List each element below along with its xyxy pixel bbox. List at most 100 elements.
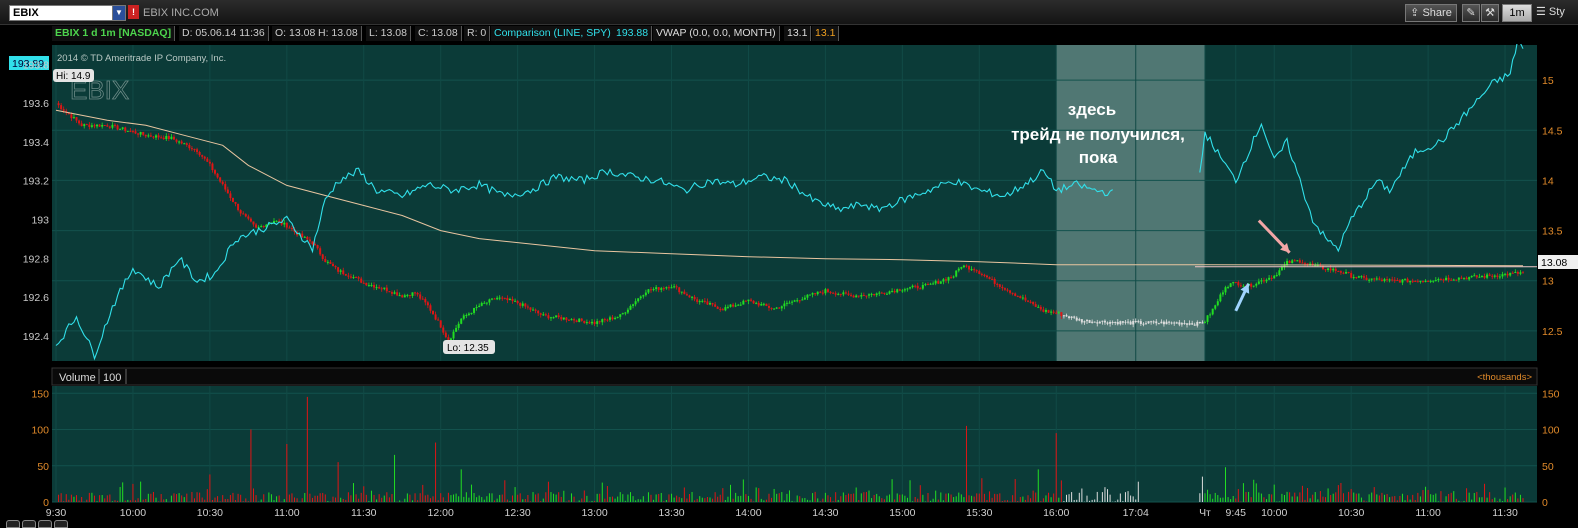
- timeframe-button[interactable]: 1m: [1502, 4, 1532, 22]
- candle-body: [1162, 321, 1165, 325]
- candle-body: [903, 289, 906, 291]
- candle-body: [626, 309, 629, 313]
- candle-body: [388, 291, 391, 293]
- candle-body: [190, 148, 193, 150]
- candle-body: [1293, 260, 1296, 262]
- chart-area[interactable]: 2014 © TD Ameritrade IP Company, Inc. EB…: [0, 44, 1578, 519]
- candle-body: [444, 332, 447, 338]
- candle-body: [1280, 267, 1283, 271]
- candle-body: [898, 289, 901, 291]
- info-vwap[interactable]: VWAP (0.0, 0.0, MONTH): [653, 26, 780, 41]
- candle-body: [532, 309, 535, 311]
- candle-body: [1480, 276, 1483, 278]
- candle-body: [1203, 321, 1206, 323]
- share-button[interactable]: ⇪ Share: [1405, 4, 1457, 22]
- style-menu[interactable]: ☰ Sty: [1536, 4, 1578, 20]
- watermark-text: 2014 © TD Ameritrade IP Company, Inc.: [57, 53, 226, 64]
- drawing-icon[interactable]: ✎: [1462, 4, 1480, 22]
- annotation-line-2: трейд не получился,: [1011, 125, 1185, 144]
- candle-body: [242, 213, 245, 215]
- candle-body: [826, 289, 829, 292]
- candle-body: [857, 295, 860, 297]
- candle-body: [950, 277, 953, 279]
- wrench-icon[interactable]: ⚒: [1481, 4, 1499, 22]
- candle-body: [1391, 279, 1394, 281]
- candle-body: [926, 284, 929, 286]
- candle-body: [567, 319, 570, 321]
- candle-body: [1514, 271, 1517, 273]
- candle-body: [814, 293, 817, 295]
- candle-body: [519, 303, 522, 306]
- candle-body: [185, 143, 188, 145]
- candle-body: [616, 316, 619, 318]
- candle-body: [1339, 271, 1342, 273]
- candle-body: [319, 248, 322, 255]
- candle-body: [914, 285, 917, 287]
- candle-body: [716, 306, 719, 309]
- candle-body: [206, 158, 209, 162]
- candle-body: [1450, 279, 1453, 281]
- candle-body: [703, 300, 706, 302]
- candle-body: [760, 303, 763, 306]
- candle-body: [726, 306, 729, 308]
- candle-body: [711, 303, 714, 305]
- right-axis-tick-label: 12.5: [1542, 326, 1563, 338]
- candle-body: [667, 287, 670, 289]
- candle-body: [239, 210, 242, 214]
- candle-body: [685, 294, 688, 296]
- info-symbol[interactable]: EBIX 1 d 1m [NASDAQ]: [52, 26, 176, 41]
- candle-body: [832, 292, 835, 294]
- candle-body: [1196, 321, 1199, 326]
- candle-body: [647, 289, 650, 293]
- candle-body: [129, 130, 132, 132]
- candle-body: [1044, 310, 1047, 312]
- alert-icon[interactable]: !: [128, 5, 139, 19]
- candle-body: [632, 304, 635, 306]
- candle-body: [803, 297, 806, 300]
- info-comparison[interactable]: Comparison (LINE, SPY): [491, 26, 615, 41]
- candle-body: [844, 292, 847, 294]
- lo-label: Lo: 12.35: [447, 343, 489, 354]
- candle-body: [421, 298, 424, 300]
- annotation-line-3: пока: [1079, 148, 1118, 167]
- candle-body: [224, 184, 227, 190]
- candle-body: [308, 239, 311, 242]
- candle-body: [816, 291, 819, 295]
- volume-title[interactable]: Volume: [59, 372, 96, 384]
- candle-body: [1175, 322, 1178, 324]
- candle-body: [1080, 319, 1083, 323]
- candle-body: [1468, 277, 1471, 280]
- candle-body: [870, 293, 873, 295]
- candle-body: [729, 304, 732, 307]
- company-name: EBIX INC.COM: [143, 7, 219, 19]
- symbol-input[interactable]: EBIX: [9, 5, 114, 21]
- volume-panel[interactable]: [52, 386, 1537, 502]
- candle-body: [1493, 275, 1496, 277]
- chevron-down-icon[interactable]: ▼: [112, 5, 126, 21]
- candle-body: [621, 313, 624, 315]
- candle-body: [1357, 276, 1360, 278]
- candle-body: [1024, 297, 1027, 301]
- candle-body: [606, 319, 609, 321]
- candle-body: [1109, 321, 1112, 324]
- candle-body: [260, 226, 263, 228]
- candle-body: [1055, 312, 1058, 314]
- candle-body: [819, 291, 822, 293]
- candle-body: [131, 131, 134, 133]
- price-panel[interactable]: [52, 45, 1537, 361]
- time-tick-label: 11:30: [351, 507, 377, 519]
- info-comparison-value: 193.88: [613, 26, 653, 41]
- candle-body: [801, 299, 804, 301]
- candle-body: [1393, 279, 1396, 281]
- candle-body: [555, 315, 558, 318]
- candle-body: [744, 300, 747, 302]
- candle-body: [614, 317, 617, 320]
- candle-body: [211, 163, 214, 171]
- candle-body: [1019, 296, 1022, 299]
- candle-body: [842, 292, 845, 295]
- candle-body: [1252, 285, 1255, 287]
- candle-body: [1157, 323, 1160, 325]
- candle-body: [601, 319, 604, 323]
- candle-body: [462, 315, 465, 319]
- candle-body: [598, 321, 601, 323]
